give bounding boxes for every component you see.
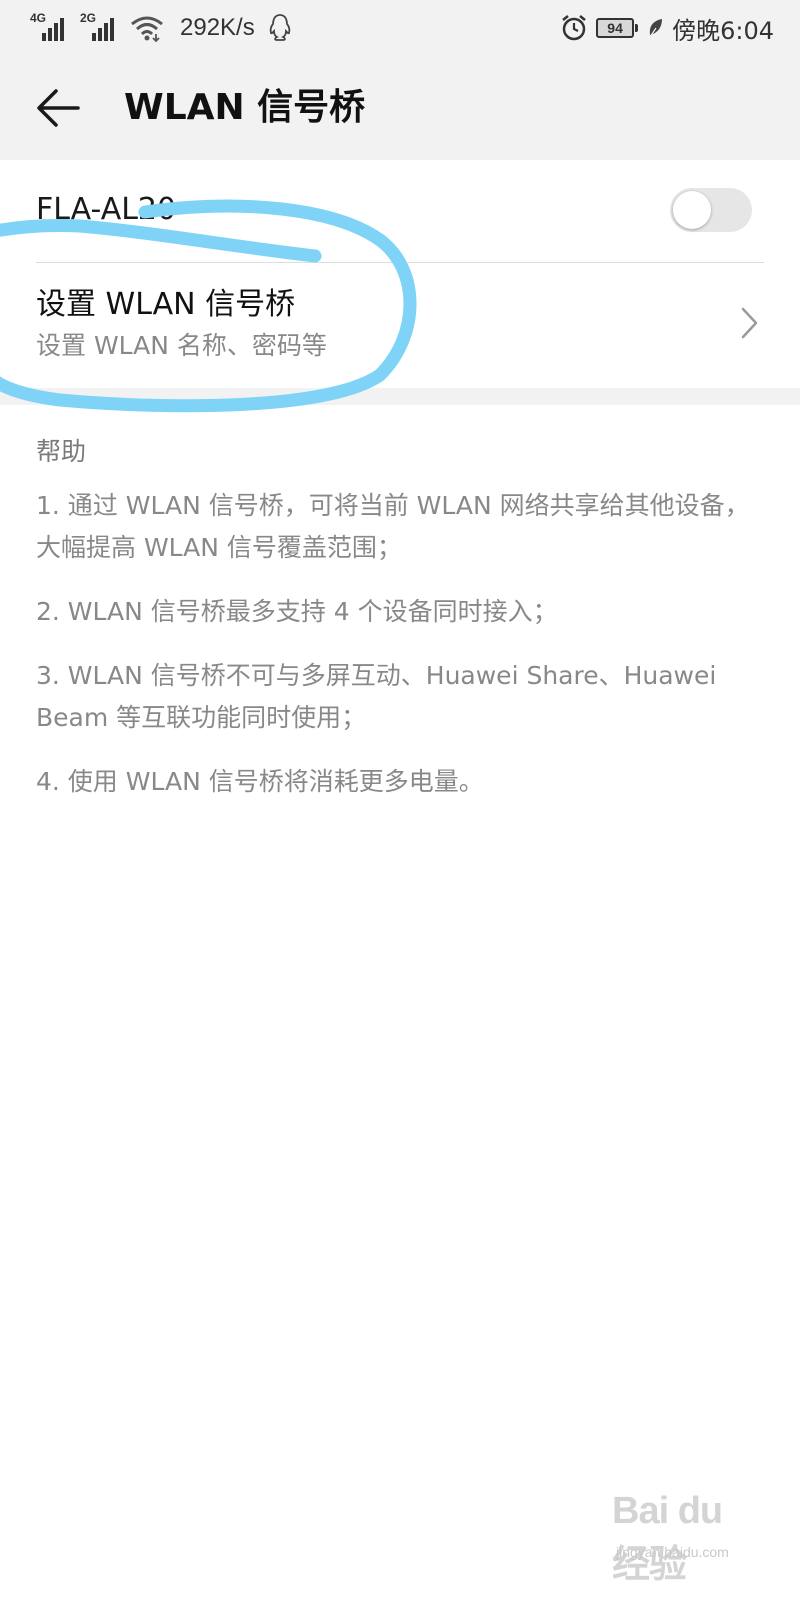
help-item: 4. 使用 WLAN 信号桥将消耗更多电量。	[36, 767, 484, 796]
status-left: 4G 2G 292K/s	[30, 10, 293, 46]
help-list: 1. 通过 WLAN 信号桥，可将当前 WLAN 网络共享给其他设备，大幅提高 …	[36, 485, 766, 825]
battery-level: 94	[607, 20, 623, 36]
setup-subtitle: 设置 WLAN 名称、密码等	[36, 331, 327, 360]
battery-icon: 94	[596, 18, 639, 38]
watermark-logo: Bai du 经验	[612, 1490, 723, 1586]
help-item: 2. WLAN 信号桥最多支持 4 个设备同时接入；	[36, 597, 558, 626]
cellular-signal-2-icon: 2G	[80, 11, 118, 43]
qq-icon	[269, 14, 291, 41]
hotspot-toggle-row[interactable]: FLA-AL20	[0, 160, 800, 262]
status-bar: 4G 2G 292K/s 94 傍晚6:04	[0, 0, 800, 56]
status-right: 94 傍晚6:04	[560, 10, 774, 46]
settings-card: FLA-AL20 设置 WLAN 信号桥 设置 WLAN 名称、密码等	[0, 160, 800, 388]
clock: 傍晚6:04	[672, 16, 774, 45]
arrow-left-icon	[37, 89, 80, 127]
help-section: 帮助 1. 通过 WLAN 信号桥，可将当前 WLAN 网络共享给其他设备，大幅…	[0, 405, 800, 1600]
wifi-icon	[131, 16, 163, 42]
power-saving-leaf-icon	[649, 19, 663, 38]
help-heading: 帮助	[36, 437, 87, 466]
watermark-url: jingyan.baidu.com	[616, 1544, 729, 1560]
network-speed: 292K/s	[180, 14, 255, 41]
cellular-signal-icon: 4G	[30, 11, 68, 43]
signal-bars-2	[92, 18, 114, 41]
setup-title: 设置 WLAN 信号桥	[36, 287, 296, 322]
chevron-right-icon	[741, 307, 758, 339]
baidu-jingyan-watermark: Bai du 经验 jingyan.baidu.com	[612, 1490, 762, 1586]
hotspot-toggle-switch[interactable]	[670, 188, 752, 232]
hotspot-name: FLA-AL20	[36, 192, 177, 227]
signal-bars	[42, 18, 64, 41]
help-item: 3. WLAN 信号桥不可与多屏互动、Huawei Share、Huawei B…	[36, 661, 717, 732]
toggle-knob	[673, 191, 711, 229]
back-button[interactable]	[30, 80, 86, 136]
alarm-icon	[562, 15, 586, 41]
help-item: 1. 通过 WLAN 信号桥，可将当前 WLAN 网络共享给其他设备，大幅提高 …	[36, 491, 750, 562]
app-bar: WLAN 信号桥	[0, 56, 800, 160]
setup-wlan-bridge-row[interactable]: 设置 WLAN 信号桥 设置 WLAN 名称、密码等	[0, 263, 800, 388]
page-title: WLAN 信号桥	[124, 87, 366, 128]
